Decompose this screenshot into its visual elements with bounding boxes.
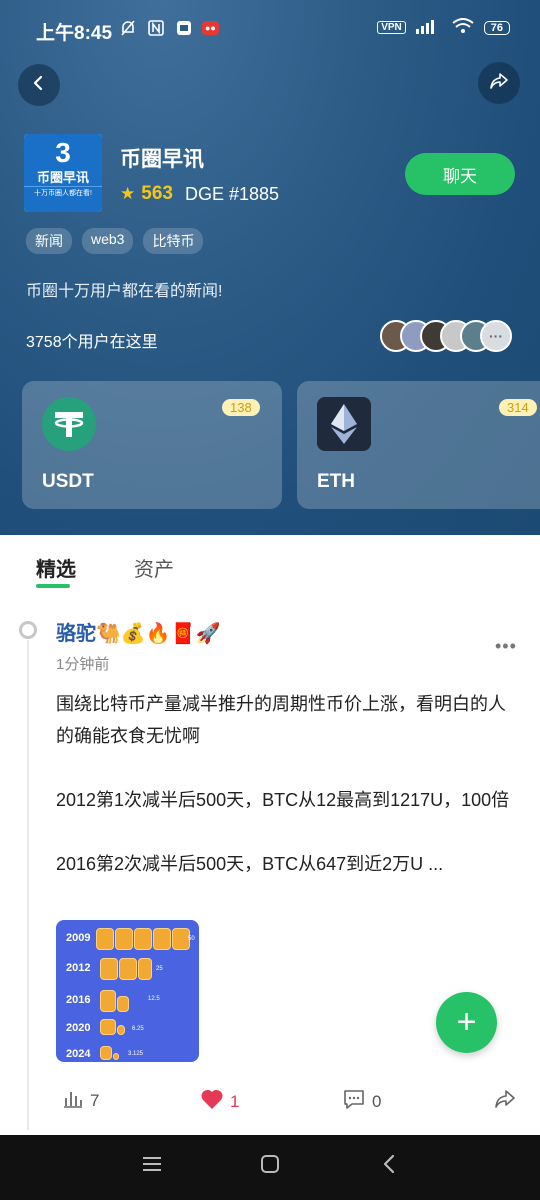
nfc-icon (146, 18, 166, 38)
image-amount: 50 (188, 936, 195, 942)
tag-list: 新闻 web3 比特币 (26, 228, 204, 254)
app-notification-icon (174, 18, 194, 38)
post-author[interactable]: 骆驼🐫💰🔥🧧🚀 (56, 617, 221, 646)
more-members-icon: ··· (480, 320, 512, 352)
tab-featured[interactable]: 精选 (36, 553, 76, 588)
star-icon: ★ (120, 184, 136, 203)
score-value: 563 (141, 183, 173, 204)
timeline-dot (19, 621, 37, 639)
image-amount: 3.125 (128, 1051, 144, 1057)
image-amount: 12.5 (148, 996, 160, 1002)
news-app-icon: ●● (202, 21, 219, 35)
status-bar: 上午8:45 ●● VPN 76 (0, 0, 540, 60)
member-avatars[interactable]: ··· (380, 320, 520, 354)
home-square-icon (259, 1155, 281, 1179)
channel-description: 币圈十万用户都在看的新闻! (26, 283, 223, 300)
image-year: 2024 (66, 1048, 91, 1060)
system-back-button[interactable] (380, 1153, 398, 1180)
status-time: 上午8:45 (36, 23, 113, 44)
heart-icon (200, 1088, 224, 1115)
channel-rating: ★ 563 DGE #1885 (120, 183, 279, 205)
channel-title: 币圈早讯 (120, 148, 204, 171)
token-name: USDT (42, 471, 94, 492)
tab-assets[interactable]: 资产 (134, 553, 174, 582)
post-image[interactable]: 2009 50 2012 25 2016 12.5 2020 6.25 2024… (56, 920, 199, 1062)
image-amount: 25 (156, 966, 163, 972)
comments-count: 0 (372, 1091, 382, 1111)
comment-button[interactable]: 0 (342, 1088, 381, 1115)
menu-icon (141, 1157, 163, 1179)
token-name: ETH (317, 471, 355, 492)
token-count-badge: 138 (222, 399, 260, 416)
token-count-badge: 314 (499, 399, 537, 416)
image-year: 2020 (66, 1022, 91, 1034)
post-body[interactable]: 围绕比特币产量减半推升的周期性币价上涨，看明白的人的确能衣食无忧啊 2012第1… (56, 688, 516, 880)
token-card-usdt[interactable]: USDT 138 (22, 381, 282, 509)
likes-count: 1 (230, 1091, 240, 1111)
channel-header: 上午8:45 ●● VPN 76 3 币圈早讯 十万币圈人都在看! 币圈早讯 ★… (0, 0, 540, 535)
share-button[interactable] (478, 62, 520, 104)
more-options-icon[interactable]: ••• (495, 636, 517, 657)
views-button[interactable]: 7 (62, 1088, 99, 1113)
content-tabs: 精选 资产 (0, 535, 540, 595)
share-arrow-icon (489, 71, 509, 96)
like-button[interactable]: 1 (200, 1088, 239, 1115)
chevron-left-icon (31, 75, 47, 96)
tag-chip[interactable]: web3 (82, 228, 134, 254)
post-actions: 7 1 0 (0, 1088, 540, 1128)
timeline-line (27, 640, 29, 1130)
home-button[interactable] (259, 1153, 281, 1180)
signal-icon (415, 18, 442, 37)
dge-id: DGE #1885 (184, 183, 280, 204)
plus-icon: + (456, 1003, 477, 1041)
system-nav-bar (0, 1135, 540, 1200)
share-arrow-icon (493, 1088, 517, 1115)
token-card-eth[interactable]: ETH 314 (297, 381, 540, 509)
channel-logo: 3 币圈早讯 十万币圈人都在看! (24, 134, 102, 212)
back-button[interactable] (18, 64, 60, 106)
image-year: 2016 (66, 994, 91, 1006)
battery-indicator: 76 (483, 20, 510, 35)
post-share-button[interactable] (493, 1088, 517, 1115)
usdt-icon (42, 397, 96, 451)
eth-icon (317, 397, 371, 451)
views-count: 7 (90, 1090, 100, 1110)
member-count: 3758个用户在这里 (26, 334, 158, 351)
vpn-indicator: VPN (377, 21, 406, 34)
image-amount: 6.25 (132, 1026, 144, 1032)
chevron-left-icon (380, 1154, 398, 1179)
chat-button[interactable]: 聊天 (405, 153, 515, 195)
tag-chip[interactable]: 新闻 (26, 228, 72, 254)
image-year: 2009 (66, 932, 91, 944)
mute-bell-icon (118, 18, 138, 38)
add-post-button[interactable]: + (436, 992, 497, 1053)
wifi-icon (452, 18, 474, 37)
recent-apps-button[interactable] (141, 1153, 163, 1180)
post-time: 1分钟前 (56, 656, 110, 673)
tag-chip[interactable]: 比特币 (143, 228, 204, 254)
comment-icon (342, 1088, 366, 1115)
bar-chart-icon (62, 1088, 84, 1113)
image-year: 2012 (66, 962, 91, 974)
